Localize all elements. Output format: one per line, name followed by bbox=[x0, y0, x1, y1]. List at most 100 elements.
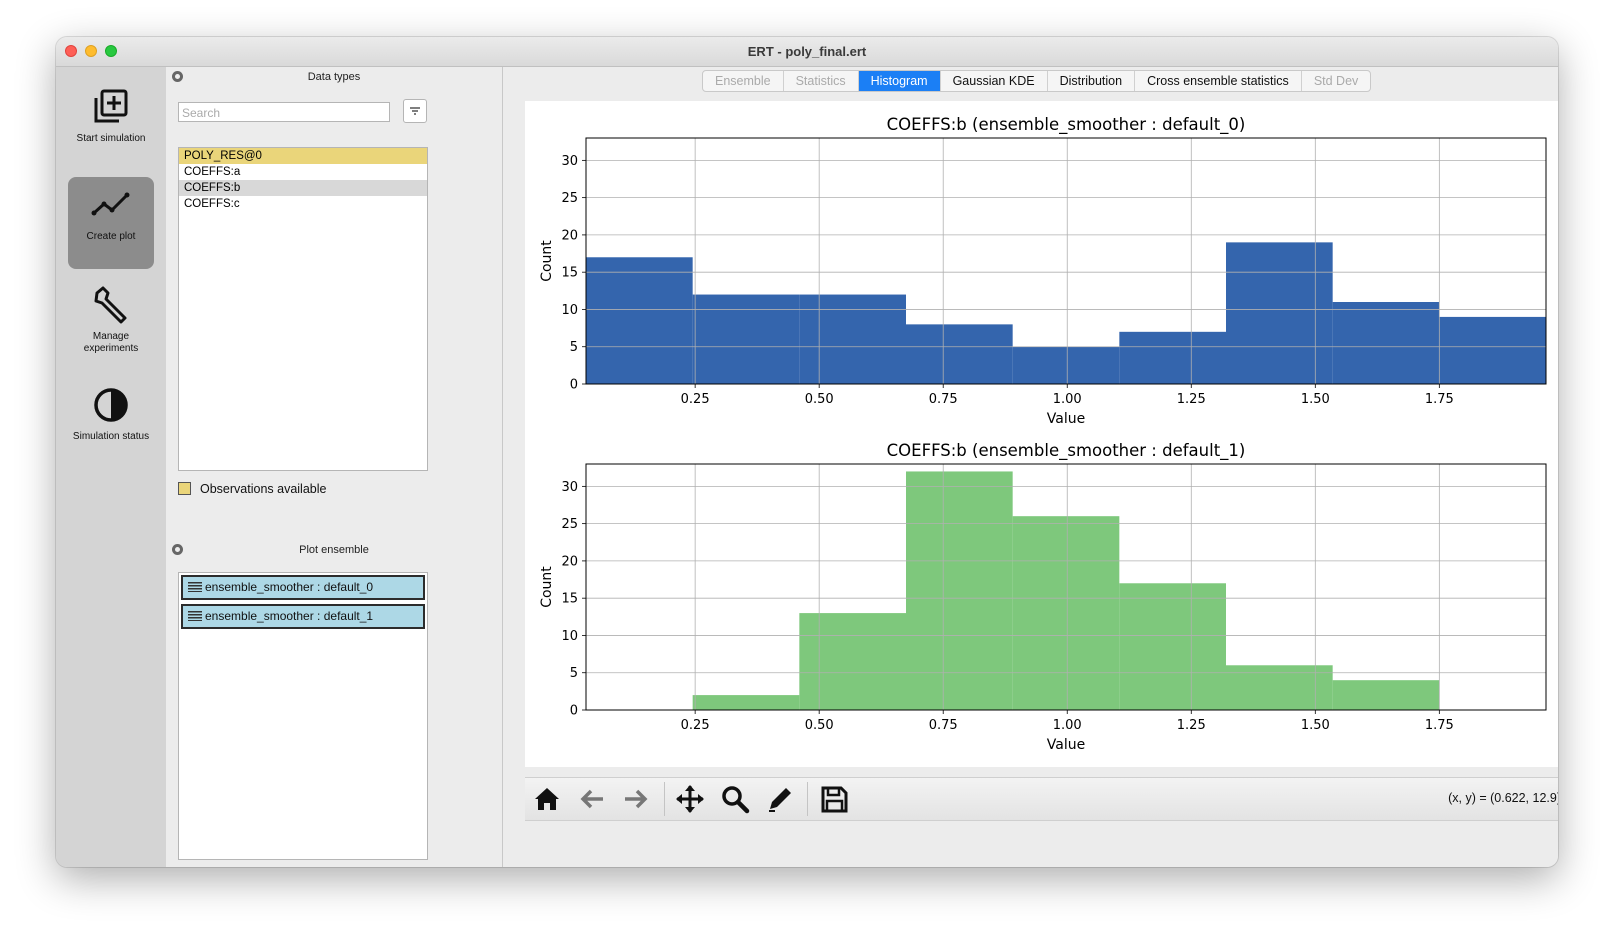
line-chart-icon bbox=[91, 192, 130, 216]
filter-button[interactable] bbox=[403, 99, 427, 123]
list-item[interactable]: COEFFS:b bbox=[179, 180, 427, 196]
y-tick-label: 20 bbox=[561, 554, 578, 569]
plot-type-tabs: Ensemble Statistics Histogram Gaussian K… bbox=[702, 70, 1372, 92]
histogram-bar bbox=[799, 613, 906, 710]
plot-ensemble-header: Plot ensemble bbox=[166, 541, 502, 559]
data-types-title: Data types bbox=[307, 71, 361, 83]
toolbar-divider bbox=[664, 782, 665, 816]
zoom-button[interactable] bbox=[720, 784, 750, 814]
y-tick-label: 5 bbox=[570, 666, 578, 681]
half-circle-icon bbox=[94, 388, 128, 422]
app-window: ERT - poly_final.ert Start simulation Cr… bbox=[56, 37, 1558, 867]
histogram-bar bbox=[1119, 331, 1226, 384]
y-tick-label: 30 bbox=[561, 154, 578, 169]
plot-ensemble-list: ensemble_smoother : default_0 ensemble_s… bbox=[178, 572, 428, 860]
list-item[interactable]: COEFFS:a bbox=[179, 164, 427, 180]
pan-button[interactable] bbox=[675, 784, 705, 814]
histogram-bar bbox=[692, 695, 800, 710]
forward-button[interactable] bbox=[621, 784, 651, 814]
sidebar-item-label: Manage experiments bbox=[83, 331, 139, 354]
y-tick-label: 20 bbox=[561, 228, 578, 243]
forward-arrow-icon bbox=[625, 789, 648, 809]
x-tick-label: 1.00 bbox=[1053, 392, 1082, 407]
tab-ensemble[interactable]: Ensemble bbox=[703, 71, 784, 91]
x-tick-label: 0.50 bbox=[805, 392, 834, 407]
histogram-bar bbox=[1226, 665, 1333, 710]
plot-ensemble-title: Plot ensemble bbox=[299, 544, 369, 556]
y-tick-label: 10 bbox=[561, 629, 578, 644]
ensemble-item[interactable]: ensemble_smoother : default_1 bbox=[181, 604, 425, 629]
window-title: ERT - poly_final.ert bbox=[747, 44, 867, 59]
list-item[interactable]: POLY_RES@0 bbox=[179, 148, 427, 164]
drag-handle-icon[interactable] bbox=[188, 582, 202, 592]
sidebar-item-manage-experiments[interactable]: Manage experiments bbox=[68, 277, 154, 369]
coordinates-readout: (x, y) = (0.622, 12.9) bbox=[1448, 791, 1558, 805]
histogram-bar bbox=[1226, 242, 1333, 384]
y-tick-label: 30 bbox=[561, 480, 578, 495]
sidebar: Start simulation Create plot Manage expe… bbox=[56, 67, 166, 867]
drag-handle-icon[interactable] bbox=[188, 611, 202, 621]
x-tick-label: 1.25 bbox=[1177, 718, 1206, 733]
x-tick-label: 1.50 bbox=[1301, 718, 1330, 733]
y-tick-label: 0 bbox=[570, 704, 578, 719]
histogram-bar bbox=[906, 324, 1013, 384]
observations-legend-label: Observations available bbox=[200, 482, 327, 496]
pan-icon bbox=[676, 785, 704, 813]
sidebar-item-start-simulation[interactable]: Start simulation bbox=[68, 79, 154, 171]
tab-statistics[interactable]: Statistics bbox=[784, 71, 859, 91]
observation-swatch bbox=[178, 482, 191, 495]
x-tick-label: 0.25 bbox=[681, 718, 710, 733]
x-tick-label: 1.50 bbox=[1301, 392, 1330, 407]
edit-icon bbox=[769, 788, 791, 812]
histogram-bar bbox=[1012, 346, 1120, 384]
chart-title: COEFFS:b (ensemble_smoother : default_1) bbox=[887, 441, 1246, 461]
chart-title: COEFFS:b (ensemble_smoother : default_0) bbox=[887, 115, 1246, 135]
save-button[interactable] bbox=[819, 784, 849, 814]
x-tick-label: 0.50 bbox=[805, 718, 834, 733]
histogram-bar bbox=[586, 257, 693, 384]
wrench-icon bbox=[94, 286, 127, 324]
x-axis-label: Value bbox=[1047, 411, 1085, 427]
ensemble-item-label: ensemble_smoother : default_0 bbox=[205, 580, 374, 594]
histogram-bar bbox=[1332, 302, 1440, 384]
histogram-figure[interactable]: 0.25 0.50 0.75 1.00 1.25 1.50 1.75 0 5 10 15 20 25 30… bbox=[525, 101, 1558, 767]
back-arrow-icon bbox=[580, 789, 603, 809]
tab-cross-ensemble-statistics[interactable]: Cross ensemble statistics bbox=[1135, 71, 1302, 91]
x-tick-label: 1.00 bbox=[1053, 718, 1082, 733]
tab-distribution[interactable]: Distribution bbox=[1048, 71, 1136, 91]
y-tick-label: 15 bbox=[561, 592, 578, 607]
x-tick-label: 1.75 bbox=[1425, 718, 1454, 733]
home-button[interactable] bbox=[532, 784, 562, 814]
sidebar-item-label: Simulation status bbox=[72, 431, 150, 442]
left-panel: Data types Search POLY_RES@0 COEFFS:a CO… bbox=[166, 67, 503, 867]
sidebar-item-create-plot[interactable]: Create plot bbox=[68, 177, 154, 269]
dock-float-icon[interactable] bbox=[172, 71, 183, 82]
plot-canvas[interactable]: 0.25 0.50 0.75 1.00 1.25 1.50 1.75 0 5 10 15 20 25 30… bbox=[525, 101, 1558, 767]
sidebar-item-label: Create plot bbox=[86, 231, 136, 242]
histogram-bar bbox=[1012, 516, 1120, 710]
histogram-bar bbox=[1332, 680, 1440, 710]
list-item[interactable]: COEFFS:c bbox=[179, 196, 427, 212]
back-button[interactable] bbox=[577, 784, 607, 814]
x-tick-label: 1.25 bbox=[1177, 392, 1206, 407]
plot-toolbar: (x, y) = (0.622, 12.9) bbox=[525, 777, 1558, 821]
tab-histogram[interactable]: Histogram bbox=[858, 71, 941, 91]
home-icon bbox=[535, 788, 559, 810]
ensemble-item-label: ensemble_smoother : default_1 bbox=[205, 609, 374, 623]
tab-std-dev[interactable]: Std Dev bbox=[1302, 71, 1370, 91]
main-area: Ensemble Statistics Histogram Gaussian K… bbox=[503, 67, 1558, 867]
zoom-icon bbox=[722, 786, 750, 814]
dock-float-icon[interactable] bbox=[172, 544, 183, 555]
y-tick-label: 5 bbox=[570, 340, 578, 355]
histogram-bar bbox=[1439, 316, 1546, 384]
data-types-list: POLY_RES@0 COEFFS:a COEFFS:b COEFFS:c bbox=[178, 147, 428, 471]
x-tick-label: 0.75 bbox=[929, 718, 958, 733]
edit-button[interactable] bbox=[765, 784, 795, 814]
ensemble-item[interactable]: ensemble_smoother : default_0 bbox=[181, 575, 425, 600]
search-input[interactable]: Search bbox=[178, 102, 390, 122]
y-tick-label: 0 bbox=[570, 378, 578, 393]
save-icon bbox=[821, 786, 848, 813]
filter-icon bbox=[410, 107, 420, 115]
tab-gaussian-kde[interactable]: Gaussian KDE bbox=[941, 71, 1048, 91]
sidebar-item-simulation-status[interactable]: Simulation status bbox=[68, 377, 154, 469]
